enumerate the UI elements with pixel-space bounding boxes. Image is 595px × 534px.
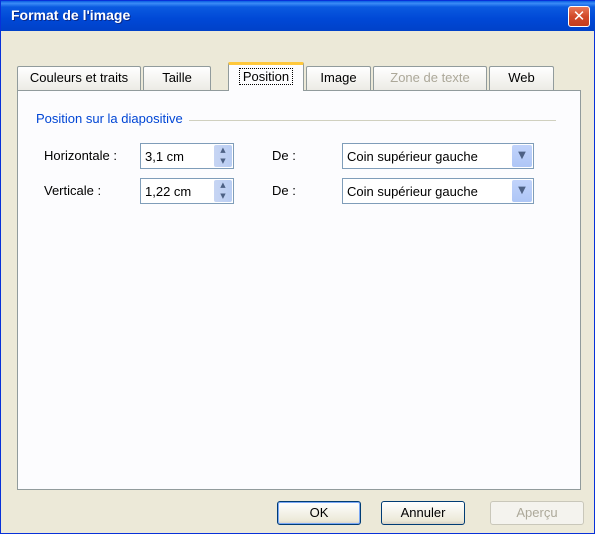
vertical-from-value: Coin supérieur gauche [347, 184, 478, 199]
tab-label: Taille [162, 70, 192, 85]
title-bar[interactable]: Format de l'image ✕ [1, 1, 595, 31]
cancel-button[interactable]: Annuler [381, 501, 465, 525]
tab-taille[interactable]: Taille [143, 66, 211, 90]
vertical-label: Verticale : [44, 183, 102, 198]
tab-couleurs-et-traits[interactable]: Couleurs et traits [17, 66, 141, 90]
tab-label: Zone de texte [390, 70, 470, 85]
tab-zone-de-texte: Zone de texte [373, 66, 487, 90]
horizontal-from-select[interactable]: Coin supérieur gauche ▼ [342, 143, 534, 169]
triangle-down-icon[interactable]: ▼ [214, 156, 232, 167]
close-icon: ✕ [572, 7, 586, 25]
horizontal-from-value: Coin supérieur gauche [347, 149, 478, 164]
horizontal-from-label: De : [272, 148, 296, 163]
dialog-title: Format de l'image [11, 7, 131, 23]
spinner-buttons: ▲ ▼ [214, 180, 232, 202]
cancel-label: Annuler [400, 505, 446, 520]
preview-label: Aperçu [516, 505, 558, 520]
vertical-from-select[interactable]: Coin supérieur gauche ▼ [342, 178, 534, 204]
tab-label: Web [508, 70, 535, 85]
triangle-up-icon[interactable]: ▲ [214, 180, 232, 191]
preview-button: Aperçu [490, 501, 584, 525]
position-panel: Position sur la diapositive Horizontale … [17, 90, 581, 490]
group-title: Position sur la diapositive [36, 111, 189, 126]
close-button[interactable]: ✕ [568, 6, 590, 27]
format-image-dialog: Format de l'image ✕ Couleurs et traits T… [0, 0, 595, 534]
tab-label: Image [320, 70, 357, 85]
tab-label: Position [238, 68, 294, 85]
chevron-down-icon[interactable]: ▼ [512, 145, 532, 167]
tab-position[interactable]: Position [228, 62, 304, 91]
horizontal-label: Horizontale : [44, 148, 117, 163]
tab-web[interactable]: Web [489, 66, 554, 90]
horizontal-spinner[interactable]: 3,1 cm ▲ ▼ [140, 143, 234, 169]
tab-label: Couleurs et traits [29, 70, 129, 85]
chevron-down-icon[interactable]: ▼ [512, 180, 532, 202]
horizontal-value: 3,1 cm [145, 149, 185, 164]
ok-label: OK [309, 505, 329, 520]
spinner-buttons: ▲ ▼ [214, 145, 232, 167]
vertical-spinner[interactable]: 1,22 cm ▲ ▼ [140, 178, 234, 204]
vertical-value: 1,22 cm [145, 184, 192, 199]
vertical-from-label: De : [272, 183, 296, 198]
ok-button[interactable]: OK [277, 501, 361, 525]
triangle-down-icon[interactable]: ▼ [214, 191, 232, 202]
triangle-up-icon[interactable]: ▲ [214, 145, 232, 156]
tab-image[interactable]: Image [306, 66, 371, 90]
